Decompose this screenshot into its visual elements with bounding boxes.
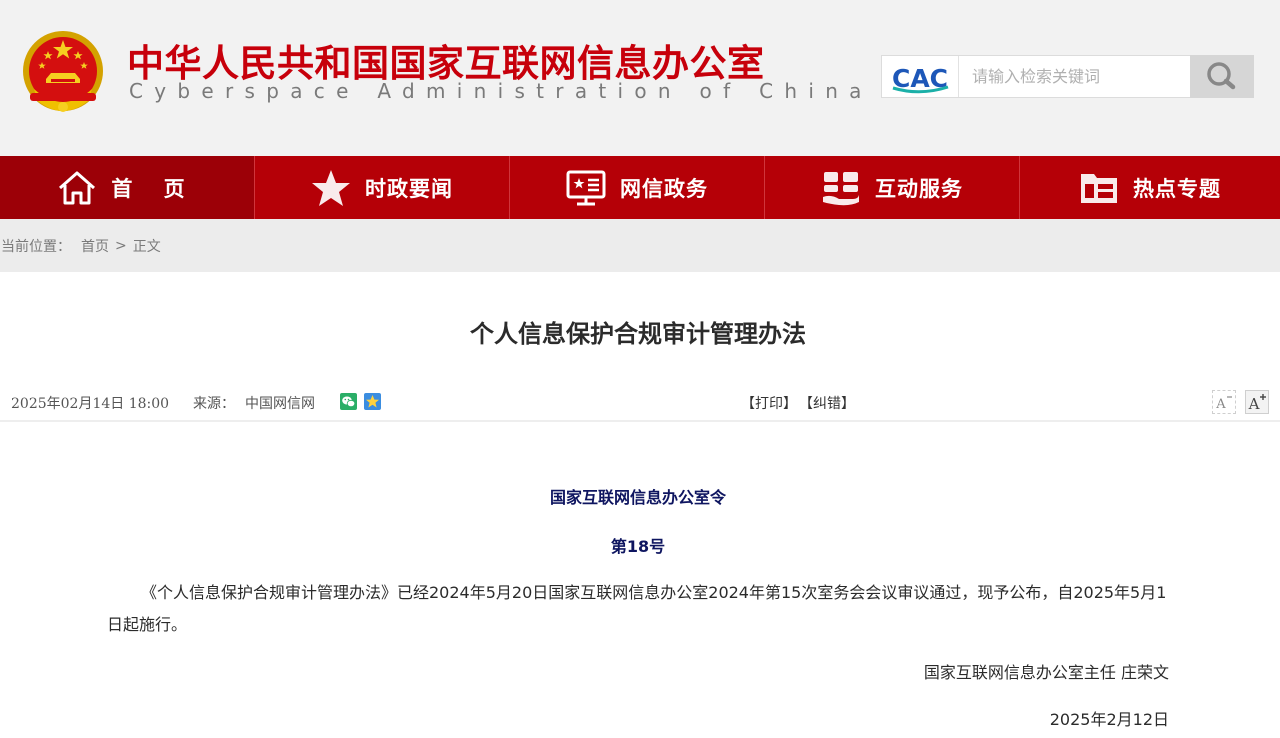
qzone-share-icon[interactable] <box>364 393 381 410</box>
nav-item-topics[interactable]: 热点专题 <box>1020 156 1280 219</box>
order-number: 第18号 <box>610 537 666 556</box>
interaction-icon <box>823 171 859 205</box>
nav-label-service: 互动服务 <box>875 176 963 201</box>
main-nav: 首 页 时政要闻 网信政务 互动服务 热点专题 <box>0 156 1280 219</box>
breadcrumb: 当前位置： 首页 > 正文 <box>0 219 1280 272</box>
search-button[interactable] <box>1190 55 1254 98</box>
publish-date: 2025年02月14日 18:00 <box>11 396 170 412</box>
signature: 国家互联网信息办公室主任 庄荣文 <box>923 663 1169 682</box>
search-input[interactable] <box>960 56 1202 97</box>
nav-label-home: 首 页 <box>111 176 197 201</box>
wechat-share-icon[interactable] <box>340 393 357 410</box>
breadcrumb-current: 正文 <box>132 238 161 255</box>
article-meta: 2025年02月14日 18:00 来源： 中国网信网 【打印】 【纠错】 A … <box>0 386 1280 422</box>
correction-link[interactable]: 【纠错】 <box>799 393 855 413</box>
font-increase-button[interactable]: A <box>1245 390 1269 414</box>
nav-item-affairs[interactable]: 网信政务 <box>510 156 765 219</box>
signature-date: 2025年2月12日 <box>1049 710 1169 729</box>
nav-label-affairs: 网信政务 <box>620 176 708 201</box>
nav-item-service[interactable]: 互动服务 <box>765 156 1020 219</box>
nav-label-news: 时政要闻 <box>365 176 453 201</box>
source-name: 中国网信网 <box>245 396 315 412</box>
nav-item-home[interactable]: 首 页 <box>0 156 255 219</box>
search-box: CAC <box>881 55 1254 98</box>
nav-item-news[interactable]: 时政要闻 <box>255 156 510 219</box>
site-header: 中华人民共和国国家互联网信息办公室 Cyberspace Administrat… <box>0 0 1280 156</box>
order-issuer: 国家互联网信息办公室令 <box>549 488 726 507</box>
print-link[interactable]: 【打印】 <box>741 393 797 413</box>
star-icon <box>312 169 350 206</box>
font-decrease-icon: A <box>1215 396 1232 412</box>
national-emblem-icon[interactable] <box>20 27 106 119</box>
home-icon <box>59 171 96 204</box>
search-icon <box>1207 62 1236 90</box>
cac-logo[interactable]: CAC <box>882 56 959 97</box>
folder-icon <box>1081 173 1117 203</box>
article-title: 个人信息保护合规审计管理办法 <box>470 320 806 348</box>
font-increase-icon: A <box>1248 394 1266 413</box>
breadcrumb-separator: > <box>115 237 127 254</box>
monitor-icon <box>566 170 606 205</box>
breadcrumb-prefix: 当前位置： <box>1 238 71 255</box>
breadcrumb-home-link[interactable]: 首页 <box>81 236 109 256</box>
font-decrease-button[interactable]: A <box>1212 390 1236 414</box>
source-label: 来源： <box>193 396 235 412</box>
font-increase-label: A <box>1248 395 1260 413</box>
font-decrease-label: A <box>1215 397 1226 412</box>
site-title-en: Cyberspace Administration of China <box>129 79 873 103</box>
nav-label-topics: 热点专题 <box>1133 176 1221 201</box>
article-paragraph: 《个人信息保护合规审计管理办法》已经2024年5月20日国家互联网信息办公室20… <box>107 583 1167 634</box>
